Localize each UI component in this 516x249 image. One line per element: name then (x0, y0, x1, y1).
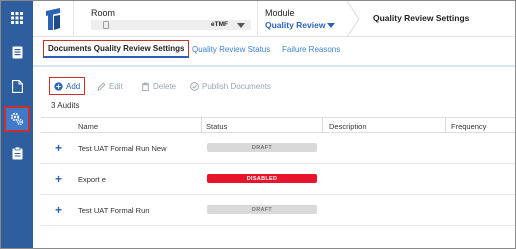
brand-logo-icon (46, 8, 60, 30)
column-divider (445, 117, 446, 133)
module-label: Module (265, 8, 295, 18)
room-label: Room (91, 8, 116, 18)
status-badge: DRAFT (207, 143, 317, 152)
column-header-description[interactable]: Description (329, 122, 367, 131)
document-icon (11, 79, 23, 93)
breadcrumb-chevron-icon (346, 1, 360, 37)
delete-button-label: Delete (153, 81, 177, 91)
expand-row-icon[interactable]: + (55, 141, 62, 155)
table-row[interactable]: + Test UAT Formal Run New DRAFT (41, 134, 515, 164)
clipboard-icon (12, 146, 22, 159)
apps-grid-button[interactable] (6, 7, 28, 29)
trash-icon (141, 81, 150, 91)
settings-gears-icon (10, 112, 24, 126)
column-header-status[interactable]: Status (206, 122, 227, 131)
document-list-icon (12, 46, 22, 58)
edit-pencil-icon (97, 82, 106, 91)
status-badge: DRAFT (207, 205, 317, 214)
tab-bar: Documents Quality Review Settings Qualit… (33, 37, 515, 67)
module-dropdown-caret-icon[interactable] (327, 23, 335, 28)
app-window: Room eTMF Module Quality Review Quality … (0, 0, 516, 249)
header-divider (257, 1, 258, 37)
audits-count: 3 Audits (51, 101, 80, 110)
header-divider (73, 1, 74, 37)
module-selector[interactable]: Quality Review (265, 20, 325, 30)
logo[interactable] (33, 1, 73, 37)
top-header: Room eTMF Module Quality Review Quality … (33, 1, 515, 37)
left-rail (1, 1, 33, 248)
publish-documents-label: Publish Documents (202, 81, 271, 91)
edit-button-label: Edit (109, 81, 123, 91)
tab-documents-quality-review-settings[interactable]: Documents Quality Review Settings (43, 40, 190, 58)
add-button[interactable]: Add (49, 77, 86, 95)
table-row[interactable]: + Test UAT Formal Run DRAFT (41, 196, 515, 226)
audit-name: Test UAT Formal Run (78, 206, 150, 215)
rail-item-clipboard[interactable] (6, 142, 28, 164)
rail-item-documents-list[interactable] (6, 41, 28, 63)
tab-quality-review-status[interactable]: Quality Review Status (192, 45, 270, 54)
apps-grid-icon (11, 12, 23, 24)
tab-failure-reasons[interactable]: Failure Reasons (282, 45, 340, 54)
expand-row-icon[interactable]: + (55, 203, 62, 217)
delete-button[interactable]: Delete (141, 77, 176, 95)
phone-icon (103, 21, 109, 29)
column-header-name[interactable]: Name (78, 122, 98, 131)
add-button-label: Add (66, 81, 81, 91)
room-dropdown-caret-icon[interactable] (237, 23, 245, 28)
table-row[interactable]: + Export e DISABLED (41, 165, 515, 195)
room-tag: eTMF (211, 21, 228, 28)
column-divider (322, 117, 323, 133)
column-divider (201, 117, 202, 133)
audit-name: Test UAT Formal Run New (78, 144, 167, 153)
column-header-frequency[interactable]: Frequency (451, 122, 486, 131)
edit-button[interactable]: Edit (97, 77, 123, 95)
publish-documents-button[interactable]: Publish Documents (190, 77, 271, 95)
audit-name: Export e (78, 175, 106, 184)
status-badge: DISABLED (207, 174, 317, 183)
publish-check-icon (190, 81, 199, 91)
expand-row-icon[interactable]: + (55, 172, 62, 186)
add-circle-icon (54, 81, 63, 91)
rail-item-settings[interactable] (4, 106, 30, 132)
rail-item-document[interactable] (6, 75, 28, 97)
page-title: Quality Review Settings (373, 13, 470, 23)
